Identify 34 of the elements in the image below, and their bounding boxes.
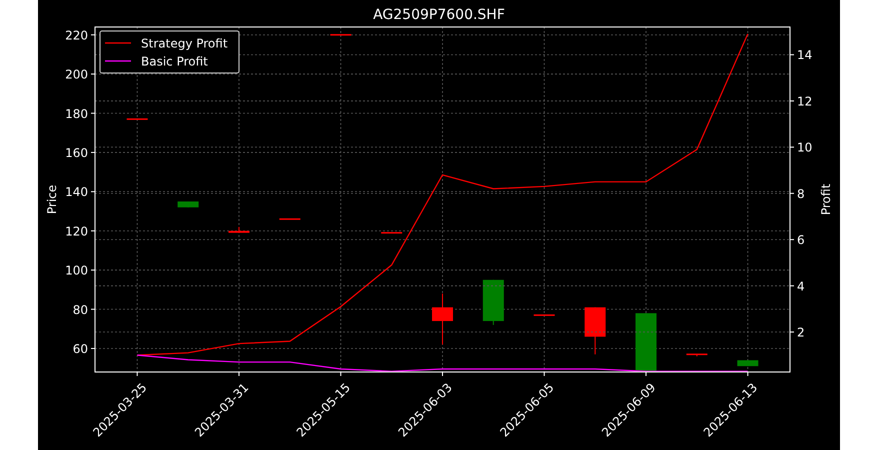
candlestick	[584, 306, 606, 355]
candlestick	[126, 118, 148, 120]
tick-label: 2	[797, 326, 805, 340]
legend-label: Strategy Profit	[141, 36, 228, 50]
tick-label: 10	[797, 140, 812, 155]
tick-label: 14	[797, 48, 812, 62]
tick-label: 140	[65, 185, 88, 200]
tick-label: 60	[72, 342, 88, 356]
candlestick	[686, 354, 708, 357]
candlestick	[228, 226, 250, 234]
candlestick	[534, 314, 555, 316]
candlestick	[636, 312, 657, 372]
candlestick	[178, 200, 199, 208]
tick-label: 6	[797, 233, 805, 248]
tick-label: 4	[797, 279, 805, 294]
candlestick	[482, 279, 504, 326]
tick-label: 8	[797, 186, 805, 201]
candlestick	[432, 293, 453, 346]
tick-label: 80	[72, 302, 88, 317]
tick-label: 180	[65, 106, 88, 121]
tick-label: 200	[65, 68, 88, 82]
candlestick	[381, 232, 402, 234]
candlestick	[737, 360, 758, 367]
legend-label: Basic Profit	[141, 54, 208, 68]
tick-label: 120	[65, 224, 88, 238]
chart-title: AG2509P7600.SHF	[373, 7, 505, 23]
candlestick	[330, 34, 352, 36]
tick-label: 160	[65, 146, 88, 160]
axis-title: Profit	[819, 184, 833, 216]
tick-label: 220	[65, 28, 88, 42]
tick-label: 12	[797, 94, 812, 108]
tick-label: 100	[65, 264, 88, 278]
candlestick	[279, 218, 300, 220]
axis-title: Price	[45, 184, 59, 214]
